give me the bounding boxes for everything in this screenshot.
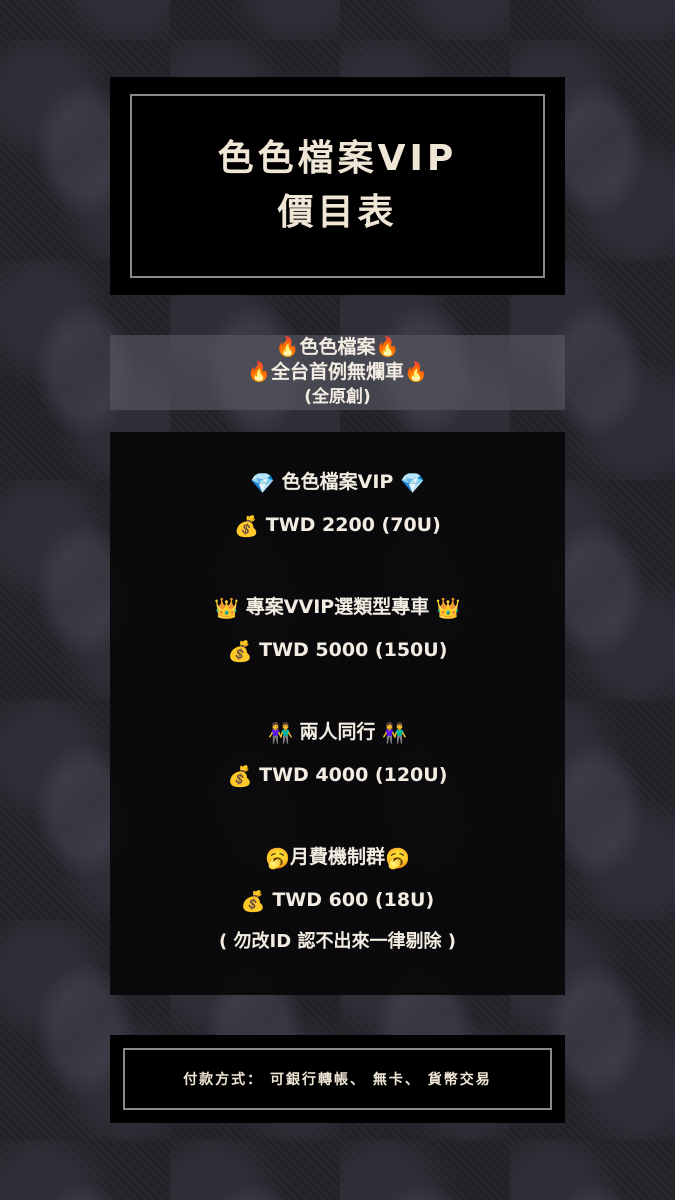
item-price: TWD 600 (18U) [272,889,435,911]
price-list-poster: { "title": { "line1": "色色檔案VIP", "line2"… [0,0,675,1200]
item-price: TWD 4000 (120U) [259,764,448,786]
banner-line-3: (全原創) [304,387,371,407]
item-name: 月費機制群 [289,846,385,868]
item-name: 兩人同行 [299,721,376,743]
item-price-row: 💰 TWD 600 (18U) [110,885,565,916]
price-panel: 💎 色色檔案VIP 💎 💰 TWD 2200 (70U) 👑 專案VVIP選類型… [110,432,565,995]
title-box: 色色檔案VIP 價目表 [110,77,565,295]
item-name-row: 🥱月費機制群🥱 [110,842,565,873]
money-bag-icon: 💰 [227,764,253,788]
item-price-row: 💰 TWD 2200 (70U) [110,510,565,541]
crown-icon: 👑 [214,596,240,620]
item-name-row: 👑 專案VVIP選類型專車 👑 [110,592,565,623]
banner-line-1: 🔥色色檔案🔥 [275,336,400,358]
list-item: 🥱月費機制群🥱 💰 TWD 600 (18U) ( 勿改ID 認不出來一律剔除 … [110,842,565,956]
item-price: TWD 5000 (150U) [259,639,448,661]
title-frame: 色色檔案VIP 價目表 [130,94,545,278]
diamond-icon: 💎 [250,471,276,495]
couple-icon: 👫 [267,721,293,745]
diamond-icon: 💎 [399,471,425,495]
title-line-1: 色色檔案VIP [217,138,458,179]
item-price-row: 💰 TWD 5000 (150U) [110,635,565,666]
item-price: TWD 2200 (70U) [265,514,441,536]
crown-icon: 👑 [435,596,461,620]
promo-banner: 🔥色色檔案🔥 🔥全台首例無爛車🔥 (全原創) [110,335,565,410]
money-bag-icon: 💰 [240,889,266,913]
payment-methods: 付款方式： 可銀行轉帳、 無卡、 貨幣交易 [183,1072,492,1088]
list-item: 💎 色色檔案VIP 💎 💰 TWD 2200 (70U) [110,467,565,541]
list-item: 👫 兩人同行 👫 💰 TWD 4000 (120U) [110,717,565,791]
item-name-row: 💎 色色檔案VIP 💎 [110,467,565,498]
item-name-row: 👫 兩人同行 👫 [110,717,565,748]
yawning-face-icon: 🥱 [265,846,290,870]
yawning-face-icon: 🥱 [385,846,410,870]
list-item: 👑 專案VVIP選類型專車 👑 💰 TWD 5000 (150U) [110,592,565,666]
item-name: 專案VVIP選類型專車 [245,596,430,618]
money-bag-icon: 💰 [227,639,253,663]
payment-box: 付款方式： 可銀行轉帳、 無卡、 貨幣交易 [110,1035,565,1123]
couple-icon: 👫 [382,721,408,745]
item-name: 色色檔案VIP [281,471,394,493]
payment-frame: 付款方式： 可銀行轉帳、 無卡、 貨幣交易 [123,1048,552,1110]
item-note: ( 勿改ID 認不出來一律剔除 ) [219,931,456,952]
money-bag-icon: 💰 [234,514,260,538]
title-line-2: 價目表 [277,192,398,233]
banner-line-2: 🔥全台首例無爛車🔥 [247,361,428,383]
item-price-row: 💰 TWD 4000 (120U) [110,760,565,791]
